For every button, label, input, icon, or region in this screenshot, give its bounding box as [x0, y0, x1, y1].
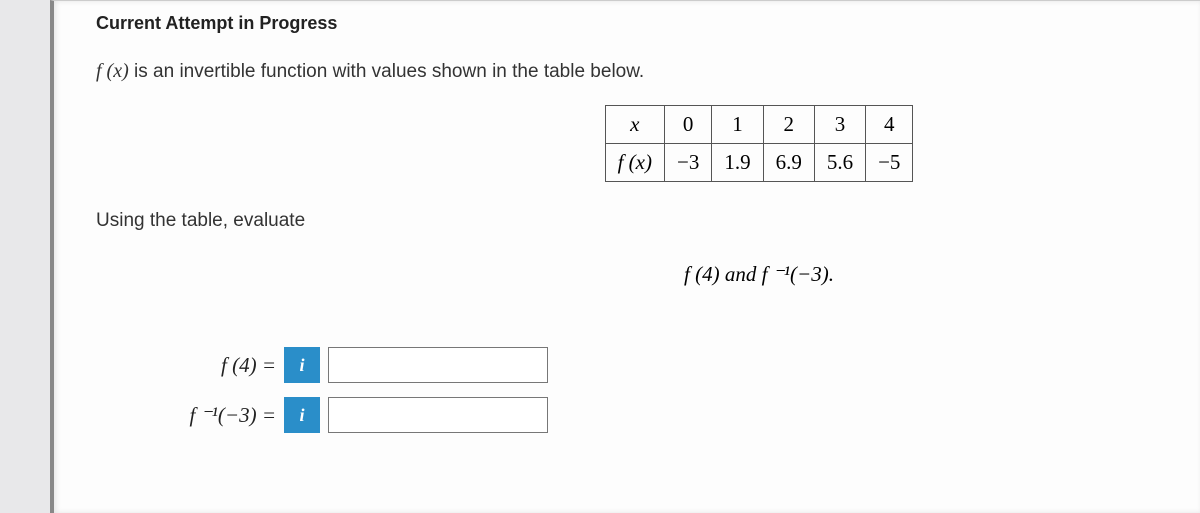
info-icon[interactable]: i	[284, 397, 320, 433]
x-cell: 0	[664, 106, 711, 144]
x-cell: 1	[712, 106, 763, 144]
answer-label-finverse: f ⁻¹(−3) =	[156, 403, 276, 428]
using-text: Using the table, evaluate	[96, 210, 1172, 232]
answer-rows: f (4) = i f ⁻¹(−3) = i	[96, 347, 1172, 433]
fx-cell: −3	[664, 144, 711, 182]
fx-header: f (x)	[605, 144, 664, 182]
eval-target: f (4) and f ⁻¹(−3).	[96, 262, 1172, 287]
attempt-header: Current Attempt in Progress	[96, 13, 1172, 34]
fx-cell: 5.6	[814, 144, 865, 182]
fx-symbol: f (x)	[96, 60, 129, 82]
fx-cell: 1.9	[712, 144, 763, 182]
answer-row-2: f ⁻¹(−3) = i	[156, 397, 1172, 433]
content-area: Current Attempt in Progress f (x) is an …	[54, 1, 1200, 445]
table-wrap: x 0 1 2 3 4 f (x) −3 1.9 6.9 5.6 −5	[96, 105, 1172, 182]
answer-label-f4: f (4) =	[156, 353, 276, 378]
answer-input-finverse[interactable]	[328, 397, 548, 433]
fx-cell: −5	[866, 144, 913, 182]
question-panel: Current Attempt in Progress f (x) is an …	[50, 0, 1200, 513]
x-cell: 4	[866, 106, 913, 144]
info-icon[interactable]: i	[284, 347, 320, 383]
function-table: x 0 1 2 3 4 f (x) −3 1.9 6.9 5.6 −5	[605, 105, 914, 182]
answer-row-1: f (4) = i	[156, 347, 1172, 383]
table-row: f (x) −3 1.9 6.9 5.6 −5	[605, 144, 913, 182]
table-row: x 0 1 2 3 4	[605, 106, 913, 144]
fx-cell: 6.9	[763, 144, 814, 182]
intro-text: f (x) is an invertible function with val…	[96, 60, 1172, 83]
answer-input-f4[interactable]	[328, 347, 548, 383]
x-cell: 2	[763, 106, 814, 144]
x-header: x	[605, 106, 664, 144]
x-cell: 3	[814, 106, 865, 144]
intro-rest: is an invertible function with values sh…	[129, 61, 644, 82]
